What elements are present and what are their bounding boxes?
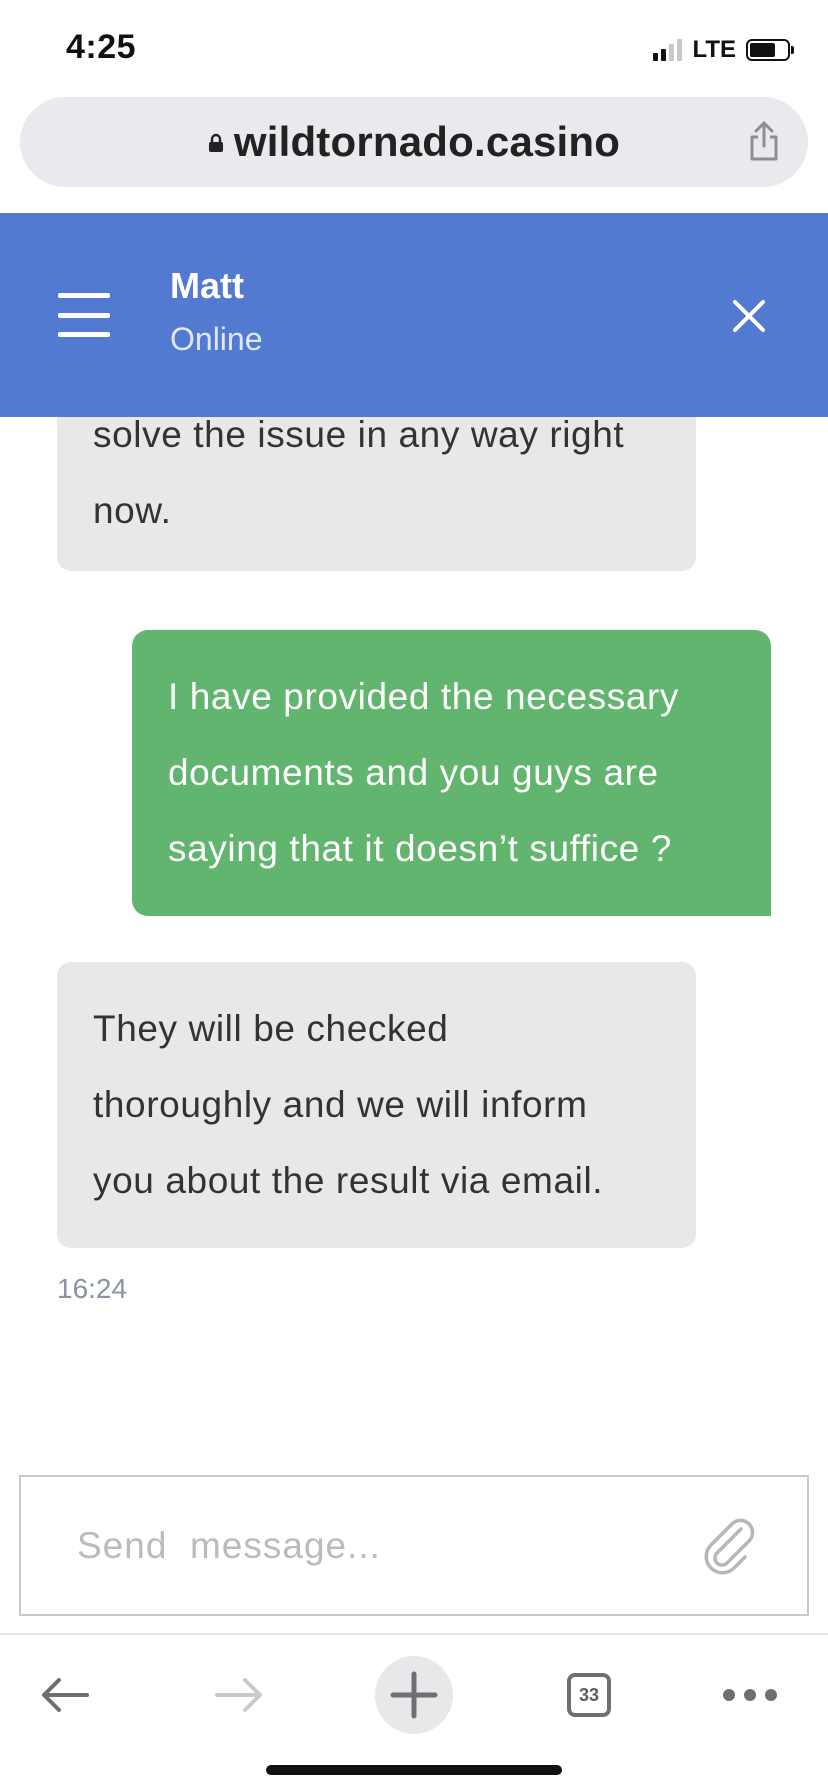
close-icon[interactable] [732,299,766,333]
message-line: documents and you guys are [168,752,659,793]
status-bar: 4:25 LTE [0,0,828,96]
browser-toolbar: 33 [0,1633,828,1792]
home-indicator[interactable] [266,1765,562,1775]
status-time: 4:25 [66,28,137,66]
message-timestamp: 16:24 [57,1273,128,1304]
message-input[interactable] [77,1477,677,1614]
url-display[interactable]: wildtornado.casino [20,97,808,187]
tab-count-badge: 33 [567,1673,611,1717]
message-line: saying that it doesn’t suffice ? [168,828,672,869]
more-button[interactable] [710,1655,790,1735]
status-indicators: LTE [653,36,794,64]
agent-message-bubble: They will be checked thoroughly and we w… [57,962,696,1248]
message-composer [19,1475,809,1616]
message-line: thoroughly and we will inform [93,1084,588,1125]
url-text: wildtornado.casino [233,118,621,165]
new-tab-button[interactable] [375,1656,453,1734]
address-bar[interactable]: wildtornado.casino [20,97,808,187]
back-button[interactable] [25,1655,105,1735]
message-line: you about the result via email. [93,1160,604,1201]
arrow-right-icon [215,1678,262,1712]
message-list[interactable]: solve the issue in any way right now. I … [0,417,828,1475]
plus-icon [390,1671,438,1719]
message-line: I have provided the necessary [168,676,680,717]
paperclip-icon[interactable] [701,1515,757,1575]
agent-name: Matt [170,265,244,306]
lock-icon [208,133,223,152]
cellular-signal-icon [653,39,683,61]
user-message-bubble: I have provided the necessary documents … [132,630,771,916]
more-dots-icon [723,1689,777,1701]
network-type: LTE [692,36,736,63]
message-line: They will be checked [93,1008,449,1049]
agent-status: Online [170,321,263,357]
forward-button[interactable] [199,1655,279,1735]
agent-message-bubble: solve the issue in any way right now. [57,417,696,571]
message-line: solve the issue in any way right [93,417,625,455]
chat-header: Matt Online [0,213,828,417]
arrow-left-icon [42,1678,89,1712]
message-line: now. [93,490,172,531]
tabs-button[interactable]: 33 [549,1655,629,1735]
battery-icon [746,39,794,61]
share-icon[interactable] [746,120,782,162]
menu-icon[interactable] [58,293,110,337]
